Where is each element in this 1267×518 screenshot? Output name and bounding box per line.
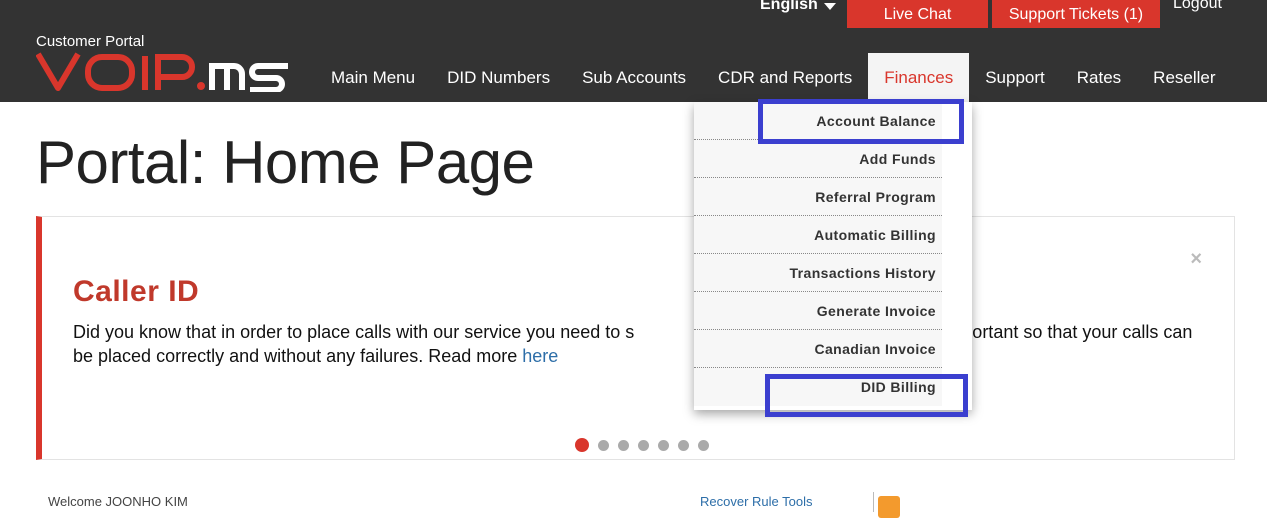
notice-card: × Caller ID Did you know that in order t…: [36, 216, 1235, 460]
menu-generate-invoice[interactable]: Generate Invoice: [694, 292, 942, 330]
menu-canadian-invoice[interactable]: Canadian Invoice: [694, 330, 942, 368]
caret-down-icon: [823, 2, 836, 10]
carousel-dot-4[interactable]: [638, 439, 649, 451]
logout-link[interactable]: Logout: [1173, 0, 1222, 13]
carousel-dots: [575, 438, 709, 452]
carousel-dot-1[interactable]: [575, 438, 589, 452]
live-chat-button[interactable]: Live Chat: [847, 0, 988, 28]
voipms-logo[interactable]: [35, 52, 292, 97]
portal-label: Customer Portal: [36, 33, 145, 50]
nav-did-numbers[interactable]: DID Numbers: [431, 53, 566, 102]
rss-icon[interactable]: [878, 496, 900, 518]
read-more-link[interactable]: here: [522, 346, 558, 366]
welcome-text: Welcome JOONHO KIM: [48, 494, 188, 509]
nav-support[interactable]: Support: [969, 53, 1061, 102]
nav-reseller[interactable]: Reseller: [1137, 53, 1231, 102]
menu-referral-program[interactable]: Referral Program: [694, 178, 942, 216]
menu-did-billing[interactable]: DID Billing: [694, 368, 942, 406]
footer-links[interactable]: Recover Rule Tools: [700, 494, 812, 509]
main-nav: Main Menu DID Numbers Sub Accounts CDR a…: [315, 53, 1232, 102]
logo-image: [35, 52, 288, 93]
page-title: Portal: Home Page: [36, 129, 535, 196]
finances-dropdown: Account Balance Add Funds Referral Progr…: [694, 102, 972, 410]
notice-text-part-1: Did you know that in order to place call…: [73, 322, 635, 342]
language-selector[interactable]: English: [760, 0, 836, 14]
support-tickets-button[interactable]: Support Tickets (1): [992, 0, 1160, 28]
language-label: English: [760, 0, 818, 13]
carousel-dot-2[interactable]: [598, 439, 609, 451]
notice-heading: Caller ID: [73, 275, 200, 308]
carousel-dot-5[interactable]: [658, 439, 669, 451]
nav-finances[interactable]: Finances: [868, 53, 970, 102]
carousel-dot-7[interactable]: [698, 439, 709, 451]
menu-automatic-billing[interactable]: Automatic Billing: [694, 216, 942, 254]
notice-text: Did you know that in order to place call…: [73, 320, 1213, 368]
carousel-dot-6[interactable]: [678, 439, 689, 451]
nav-sub-accounts[interactable]: Sub Accounts: [566, 53, 702, 102]
site-header: English Live Chat Support Tickets (1) Lo…: [0, 0, 1267, 102]
carousel-dot-3[interactable]: [618, 439, 629, 451]
menu-add-funds[interactable]: Add Funds: [694, 140, 942, 178]
nav-cdr-reports[interactable]: CDR and Reports: [702, 53, 868, 102]
support-tickets-label: Support Tickets (1): [1008, 6, 1144, 23]
divider: [873, 492, 874, 512]
close-icon[interactable]: ×: [1190, 248, 1202, 271]
live-chat-label: Live Chat: [883, 6, 952, 23]
menu-account-balance[interactable]: Account Balance: [694, 102, 942, 140]
nav-main-menu[interactable]: Main Menu: [315, 53, 431, 102]
menu-transactions-history[interactable]: Transactions History: [694, 254, 942, 292]
nav-rates[interactable]: Rates: [1061, 53, 1137, 102]
